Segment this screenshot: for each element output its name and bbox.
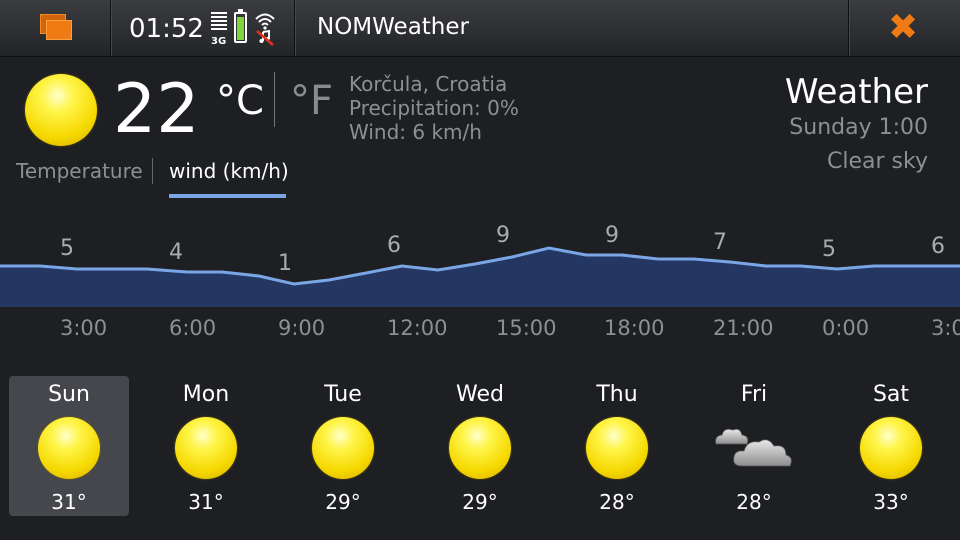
wind-value-label: 7 <box>713 230 727 255</box>
battery-level <box>237 17 244 40</box>
tab-divider <box>152 158 153 184</box>
wifi-icon <box>255 13 275 46</box>
app-title: NOMWeather <box>317 14 469 40</box>
unit-celsius-button[interactable]: °C <box>216 78 264 124</box>
task-switcher-button[interactable] <box>0 0 111 56</box>
sky-condition: Clear sky <box>827 149 928 174</box>
day-temperature: 28° <box>736 490 772 514</box>
forecast-datetime: Sunday 1:00 <box>789 115 928 140</box>
status-area[interactable]: 01:52 3G <box>111 0 295 56</box>
time-label: 3:00 <box>60 316 108 340</box>
day-temperature: 29° <box>325 490 361 514</box>
day-name: Wed <box>456 382 504 407</box>
day-temperature: 29° <box>462 490 498 514</box>
wind-graph: 5 4 1 6 9 9 7 5 6 <box>0 223 960 307</box>
day-temperature: 33° <box>873 490 909 514</box>
time-label: 15:00 <box>496 316 557 340</box>
wind-value-label: 5 <box>822 237 836 262</box>
sun-icon <box>25 74 97 146</box>
wind-value-label: 4 <box>169 240 183 265</box>
time-label: 21:00 <box>713 316 774 340</box>
day-name: Fri <box>740 382 768 407</box>
forecast-day-fri[interactable]: Fri 28° <box>694 376 814 516</box>
time-label: 18:00 <box>604 316 665 340</box>
page-title: Weather <box>784 72 928 112</box>
signal-strength-icon <box>211 12 227 34</box>
day-temperature: 31° <box>188 490 224 514</box>
unit-divider <box>274 72 275 127</box>
active-tab-indicator <box>169 194 286 198</box>
day-name: Sat <box>872 382 910 407</box>
wind-value-label: 6 <box>931 234 945 259</box>
forecast-day-wed[interactable]: Wed 29° <box>420 376 540 516</box>
tab-temperature[interactable]: Temperature <box>16 159 143 183</box>
sun-icon <box>449 417 511 479</box>
sun-icon <box>312 417 374 479</box>
close-button[interactable]: ✖ <box>849 0 960 56</box>
forecast-day-thu[interactable]: Thu 28° <box>557 376 677 516</box>
forecast-day-mon[interactable]: Mon 31° <box>146 376 266 516</box>
wind-area <box>0 248 960 307</box>
sun-icon <box>175 417 237 479</box>
sun-icon <box>38 417 100 479</box>
wind-value-label: 6 <box>387 233 401 258</box>
time-label: 6:00 <box>169 316 217 340</box>
day-name: Tue <box>324 382 362 407</box>
time-label: 0:00 <box>822 316 870 340</box>
wind-value-label: 9 <box>605 223 619 248</box>
wind-speed: Wind: 6 km/h <box>349 120 482 144</box>
time-label: 9:00 <box>278 316 326 340</box>
day-name: Sun <box>48 382 90 407</box>
day-name: Thu <box>596 382 638 407</box>
network-type: 3G <box>211 36 227 47</box>
sun-icon <box>586 417 648 479</box>
battery-icon <box>234 9 247 43</box>
wind-value-label: 5 <box>60 236 74 261</box>
time-label: 3:0 <box>931 316 960 340</box>
location: Korčula, Croatia <box>349 72 508 96</box>
time-label: 12:00 <box>387 316 448 340</box>
wind-value-label: 1 <box>278 251 292 276</box>
current-temperature: 22 <box>113 70 200 149</box>
close-icon: ✖ <box>888 7 919 48</box>
forecast-day-sun[interactable]: Sun 31° <box>9 376 129 516</box>
forecast-day-tue[interactable]: Tue 29° <box>283 376 403 516</box>
sun-icon <box>860 417 922 479</box>
day-name: Mon <box>182 382 230 407</box>
app-title-area[interactable]: NOMWeather <box>295 0 849 56</box>
tab-wind[interactable]: wind (km/h) <box>169 159 289 183</box>
task-switcher-icon-front <box>46 20 72 40</box>
wind-value-label: 9 <box>496 223 510 248</box>
clock: 01:52 <box>129 14 204 44</box>
cloud-icon <box>715 428 792 467</box>
day-temperature: 31° <box>51 490 87 514</box>
precipitation: Precipitation: 0% <box>349 96 519 120</box>
unit-fahrenheit-button[interactable]: °F <box>290 78 333 124</box>
status-bar: 01:52 3G NOMWeather ✖ <box>0 0 960 57</box>
forecast-day-sat[interactable]: Sat 33° <box>831 376 951 516</box>
day-temperature: 28° <box>599 490 635 514</box>
